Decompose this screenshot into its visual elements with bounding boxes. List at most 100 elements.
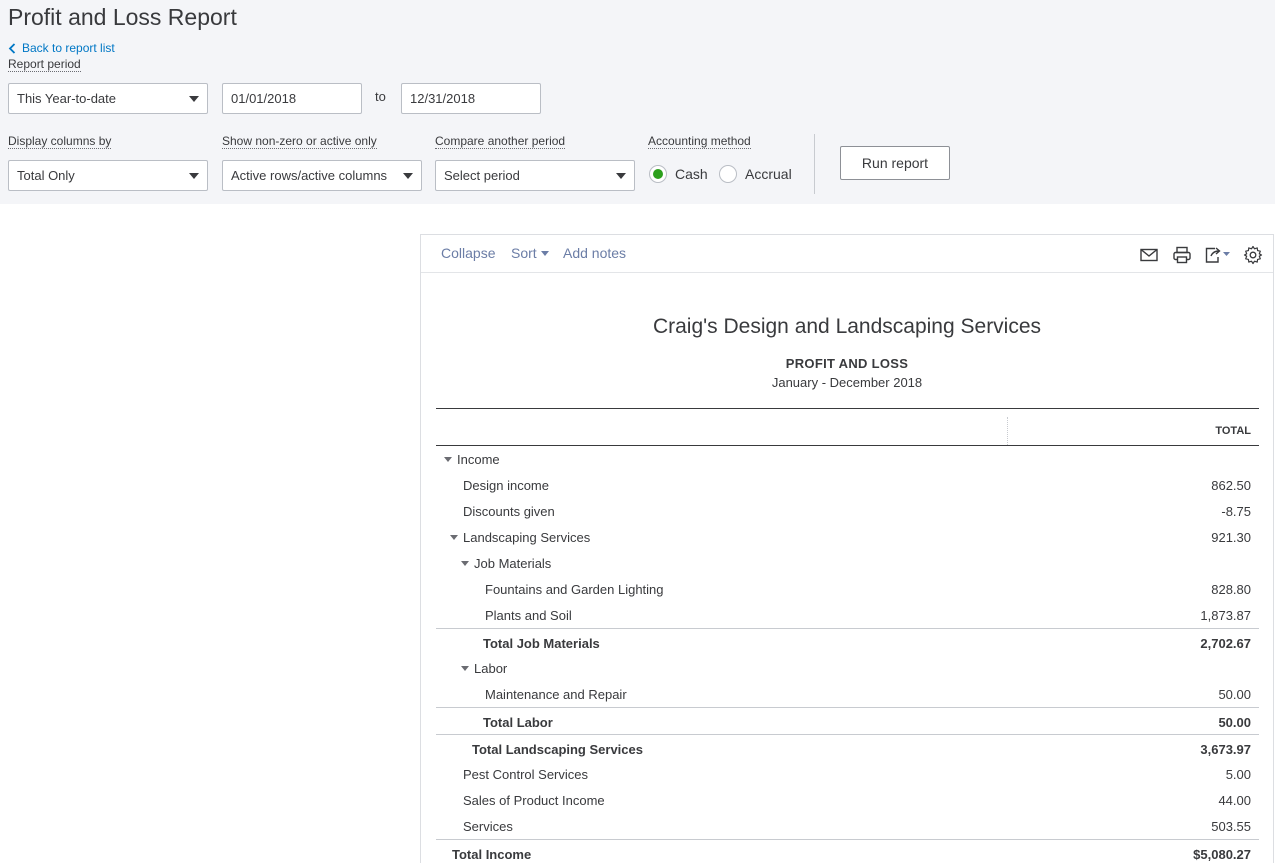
row-label: Job Materials [474,556,552,571]
company-name: Craig's Design and Landscaping Services [652,315,1042,338]
email-icon[interactable] [1139,245,1159,265]
row-amount[interactable]: 2,702.67 [1200,636,1251,651]
row-label: Total Labor [483,715,553,730]
row-label: Total Job Materials [483,636,600,651]
row-amount[interactable]: 921.30 [1211,530,1251,545]
row-amount[interactable]: 50.00 [1218,715,1251,730]
compare-period-value: Select period [444,168,520,183]
row-label: Income [457,452,500,467]
row-amount[interactable]: 50.00 [1218,687,1251,702]
row-label: Pest Control Services [463,767,588,782]
report-period: January - December 2018 [771,375,923,390]
table-header: TOTAL [436,408,1259,446]
report-filter-header: Profit and Loss Report Back to report li… [0,0,1275,204]
table-total-row[interactable]: Total Income $5,080.27 [436,839,1259,863]
row-amount[interactable]: 44.00 [1218,793,1251,808]
date-to-input[interactable]: 12/31/2018 [401,83,541,114]
caret-down-icon [403,172,413,179]
accounting-method-label: Accounting method [648,134,751,149]
back-to-report-list-link[interactable]: Back to report list [8,41,115,55]
row-label: Plants and Soil [485,608,572,623]
compare-period-select[interactable]: Select period [435,160,635,191]
table-row[interactable]: Sales of Product Income 44.00 [436,787,1259,813]
display-columns-value: Total Only [17,168,75,183]
date-from-value: 01/01/2018 [231,91,297,106]
settings-icon[interactable] [1243,245,1263,265]
report-period-value: This Year-to-date [17,91,117,106]
date-from-input[interactable]: 01/01/2018 [222,83,362,114]
report-period-select[interactable]: This Year-to-date [8,83,208,114]
caret-down-icon [189,95,199,102]
row-amount[interactable]: 5.00 [1226,767,1251,782]
row-amount[interactable]: 1,873.87 [1200,608,1251,623]
table-row[interactable]: Job Materials [436,550,1259,576]
table-row[interactable]: Fountains and Garden Lighting 828.80 [436,576,1259,602]
collapse-triangle-icon[interactable] [444,457,452,462]
display-columns-label: Display columns by [8,134,112,149]
caret-down-icon [540,250,549,256]
report-table: TOTAL Income Design income 862.50 Discou… [436,408,1259,863]
date-to-value: 12/31/2018 [410,91,476,106]
to-label: to [375,89,386,104]
row-amount[interactable]: 862.50 [1211,478,1251,493]
row-label: Total Income [452,847,532,862]
row-label: Fountains and Garden Lighting [485,582,664,597]
table-total-row[interactable]: Total Job Materials 2,702.67 [436,628,1259,655]
row-label: Labor [474,661,508,676]
accrual-radio-label: Accrual [745,166,792,182]
collapse-triangle-icon[interactable] [461,561,469,566]
report-period-label: Report period [8,57,81,72]
collapse-link[interactable]: Collapse [441,245,495,261]
row-amount[interactable]: $5,080.27 [1193,847,1251,862]
report-toolbar: Collapse Sort Add notes [421,235,1273,273]
radio-selected-icon [649,165,667,183]
row-label: Sales of Product Income [463,793,605,808]
sort-dropdown[interactable]: Sort [511,245,549,261]
cash-radio-label: Cash [675,166,708,182]
row-amount[interactable]: 503.55 [1211,819,1251,834]
table-row[interactable]: Income [436,446,1259,472]
row-amount[interactable]: -8.75 [1221,504,1251,519]
cash-radio[interactable]: Cash [649,165,708,183]
table-row[interactable]: Discounts given -8.75 [436,498,1259,524]
table-total-row[interactable]: Total Landscaping Services 3,673.97 [436,734,1259,761]
row-label: Total Landscaping Services [472,742,643,757]
row-label: Landscaping Services [463,530,591,545]
back-link-label: Back to report list [22,41,115,55]
row-amount[interactable]: 828.80 [1211,582,1251,597]
report-panel: Collapse Sort Add notes Craig's Design a… [420,234,1274,863]
run-report-button[interactable]: Run report [840,146,950,180]
sort-label: Sort [511,245,537,261]
chevron-left-icon [8,42,16,54]
row-label: Maintenance and Repair [485,687,627,702]
table-row[interactable]: Landscaping Services 921.30 [436,524,1259,550]
nonzero-label: Show non-zero or active only [222,134,377,149]
table-total-row[interactable]: Total Labor 50.00 [436,707,1259,734]
nonzero-value: Active rows/active columns [231,168,388,183]
filter-divider [814,134,815,194]
compare-period-label: Compare another period [435,134,566,149]
radio-unselected-icon [719,165,737,183]
add-notes-link[interactable]: Add notes [563,245,626,261]
table-row[interactable]: Plants and Soil 1,873.87 [436,602,1259,628]
report-title: PROFIT AND LOSS [785,356,909,371]
caret-down-icon [616,172,626,179]
table-row[interactable]: Services 503.55 [436,813,1259,839]
export-icon[interactable] [1203,245,1231,265]
accrual-radio[interactable]: Accrual [719,165,792,183]
print-icon[interactable] [1172,245,1192,265]
display-columns-select[interactable]: Total Only [8,160,208,191]
table-row[interactable]: Design income 862.50 [436,472,1259,498]
page-title: Profit and Loss Report [8,4,237,30]
collapse-triangle-icon[interactable] [450,535,458,540]
row-amount[interactable]: 3,673.97 [1200,742,1251,757]
table-row[interactable]: Maintenance and Repair 50.00 [436,681,1259,707]
column-divider [1007,417,1008,445]
table-row[interactable]: Pest Control Services 5.00 [436,761,1259,787]
caret-down-icon [189,172,199,179]
row-label: Discounts given [463,504,555,519]
table-row[interactable]: Labor [436,655,1259,681]
collapse-triangle-icon[interactable] [461,666,469,671]
nonzero-select[interactable]: Active rows/active columns [222,160,422,191]
total-column-header: TOTAL [1215,425,1251,437]
